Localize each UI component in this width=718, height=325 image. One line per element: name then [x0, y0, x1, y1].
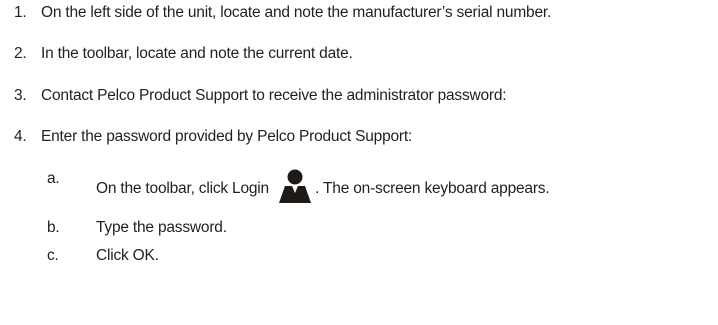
- substep-text-after-icon: . The on-screen keyboard appears.: [315, 180, 550, 197]
- step-text: Enter the password provided by Pelco Pro…: [41, 128, 413, 145]
- step-number: 1.: [14, 4, 27, 21]
- substep-letter: b.: [47, 219, 60, 236]
- substep-text: On the toolbar, click Login . The on-scr…: [96, 169, 550, 203]
- substep-text: Type the password.: [96, 219, 227, 236]
- document-page: { "steps": [ {"number": "1.", "text": "O…: [0, 0, 718, 325]
- step-number: 4.: [14, 128, 27, 145]
- substep-letter: c.: [47, 247, 59, 264]
- login-person-icon: [279, 169, 312, 203]
- substep-text-before-icon: On the toolbar, click Login: [96, 180, 269, 197]
- step-number: 3.: [14, 87, 27, 104]
- substep-text: Click OK.: [96, 247, 159, 264]
- step-number: 2.: [14, 45, 27, 62]
- step-text: In the toolbar, locate and note the curr…: [41, 45, 353, 62]
- substep-letter: a.: [47, 170, 60, 187]
- step-text: On the left side of the unit, locate and…: [41, 4, 552, 21]
- step-text: Contact Pelco Product Support to receive…: [41, 87, 507, 104]
